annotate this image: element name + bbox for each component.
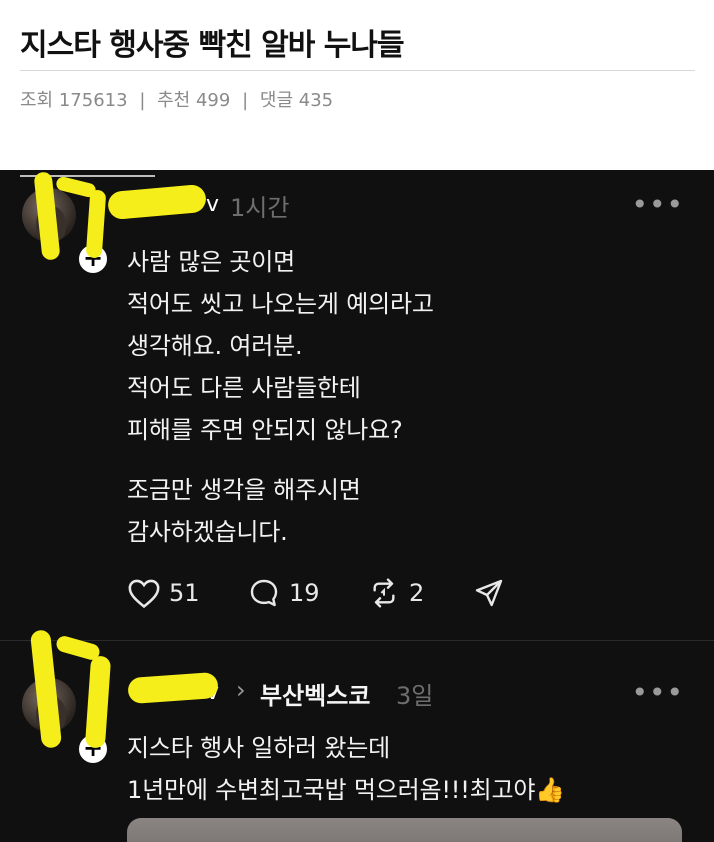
timestamp: 1시간 [230,194,290,222]
post-text-line: 피해를 주면 안되지 않나요? [127,416,403,444]
redaction-mark [106,183,208,221]
post-separator [0,640,714,641]
views-count: 175613 [58,90,128,111]
recommend-label: 추천 [157,90,191,111]
post-text-line: 적어도 씻고 나오는게 예의라고 [127,290,434,318]
title-divider [20,70,695,71]
post-text-line: 적어도 다른 사람들한테 [127,374,361,402]
meta-separator: | [242,90,249,111]
repost-button[interactable]: 2 [367,577,424,609]
comments-label: 댓글 [259,90,294,111]
post-meta: 조회 175613 | 추천 499 | 댓글 435 [20,86,333,112]
heart-icon [128,579,160,609]
community-name[interactable]: 부산벡스코 [260,676,370,711]
comments-count: 435 [298,90,334,111]
repost-count: 2 [409,579,425,607]
post-text-line: 지스타 행사 일하러 왔는데 [127,734,390,762]
meta-separator: | [139,90,146,111]
threads-screenshot: + v 1시간 ••• 사람 많은 곳이면 적어도 씻고 나오는게 예의라고 생… [0,170,714,842]
post-header: 지스타 행사중 빡친 알바 누나들 조회 175613 | 추천 499 | 댓… [0,0,714,170]
post-image[interactable] [127,818,682,842]
reply-count: 19 [289,579,320,607]
like-button[interactable]: 51 [127,577,200,609]
post-text-line: 1년만에 수변최고국밥 먹으러옴!!!최고야👍 [127,776,565,804]
speech-bubble-icon [250,579,278,607]
more-horizontal-icon[interactable]: ••• [631,676,684,709]
post-text-line: 생각해요. 여러분. [127,332,303,360]
send-icon [475,579,503,607]
more-horizontal-icon[interactable]: ••• [631,188,684,221]
like-count: 51 [169,579,200,607]
recommend-count: 499 [195,90,231,111]
timestamp: 3일 [396,682,434,710]
repost-arrows-icon [373,578,395,608]
chevron-right-icon: › [236,676,246,704]
username[interactable]: v [206,192,219,217]
views-label: 조회 [20,90,54,111]
share-button[interactable] [472,577,514,609]
reply-button[interactable]: 19 [247,577,320,609]
redaction-mark [84,655,112,749]
post-title: 지스타 행사중 빡친 알바 누나들 [20,28,405,63]
post-text-line: 조금만 생각을 해주시면 [127,476,361,504]
post-text-line: 사람 많은 곳이면 [127,248,296,276]
post-text-line: 감사하겠습니다. [127,518,288,546]
